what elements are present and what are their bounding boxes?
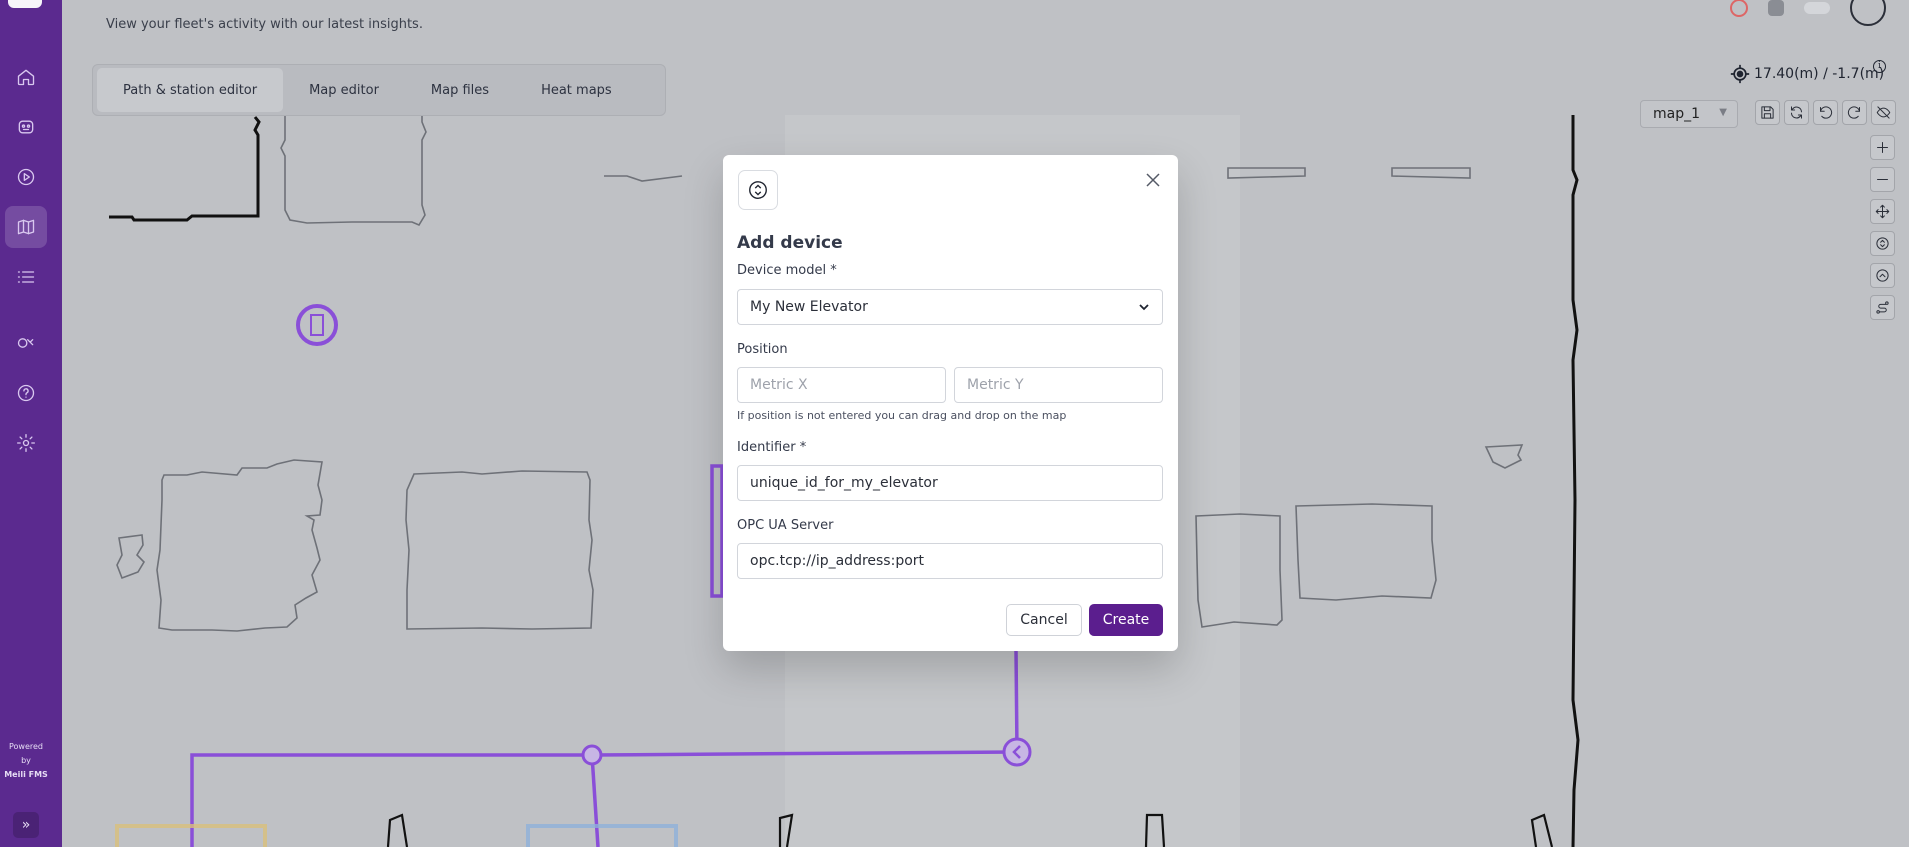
sidebar-item-maps[interactable] — [5, 206, 47, 248]
tab-map-editor[interactable]: Map editor — [283, 68, 405, 112]
minus-icon — [1877, 179, 1888, 180]
sidebar-item-robots[interactable] — [5, 106, 47, 148]
powered-by: Powered by Meili FMS — [0, 740, 52, 782]
redo-button[interactable] — [1842, 100, 1867, 125]
devices-icon — [17, 338, 34, 348]
metric-y-input[interactable]: Metric Y — [954, 367, 1163, 403]
tab-map-files[interactable]: Map files — [405, 68, 515, 112]
redo-icon — [1847, 106, 1860, 119]
add-station-button[interactable] — [1870, 263, 1895, 288]
sidebar-item-home[interactable] — [5, 56, 47, 98]
plus-icon — [1877, 142, 1888, 153]
bell-icon[interactable] — [1768, 0, 1784, 16]
undo-icon — [1820, 106, 1833, 119]
brand-name: Meili FMS — [4, 770, 48, 779]
save-map-button[interactable] — [1755, 100, 1780, 125]
settings-icon — [17, 434, 35, 452]
tab-heat-maps[interactable]: Heat maps — [515, 68, 638, 112]
identifier-label: Identifier * — [737, 440, 807, 455]
create-button[interactable]: Create — [1089, 604, 1163, 636]
chevron-down-icon — [1138, 301, 1150, 313]
position-label: Position — [737, 342, 788, 357]
identifier-input[interactable]: unique_id_for_my_elevator — [737, 465, 1163, 501]
coordinates-readout: 17.40(m) / -1.7(m) — [1730, 64, 1884, 84]
dialog-title: Add device — [737, 233, 843, 253]
sidebar-item-missions[interactable] — [5, 156, 47, 198]
zoom-in-button[interactable] — [1870, 135, 1895, 160]
undo-button[interactable] — [1813, 100, 1838, 125]
close-button[interactable] — [1144, 171, 1162, 189]
elevator-icon — [749, 181, 767, 199]
opc-ua-server-input[interactable]: opc.tcp://ip_address:port — [737, 543, 1163, 579]
position-hint: If position is not entered you can drag … — [737, 409, 1067, 422]
map-toolbar — [1755, 100, 1896, 125]
powered-by-label: Powered — [8, 742, 43, 751]
help-icon — [17, 384, 35, 402]
tab-path-station-editor[interactable]: Path & station editor — [97, 68, 284, 112]
opc-ua-server-label: OPC UA Server — [737, 518, 834, 533]
move-icon — [1875, 204, 1890, 219]
alert-icon[interactable] — [1730, 0, 1748, 17]
sidebar-item-devices[interactable] — [5, 322, 47, 364]
home-icon — [17, 69, 35, 86]
double-chevron-right-icon: » — [21, 817, 31, 833]
hide-button[interactable] — [1871, 100, 1896, 125]
sync-button[interactable] — [1784, 100, 1809, 125]
close-icon — [1146, 173, 1160, 187]
page-subtitle: View your fleet's activity with our late… — [106, 17, 423, 32]
sidebar-item-settings[interactable] — [5, 422, 47, 464]
device-model-value: My New Elevator — [750, 299, 868, 315]
add-device-dialog: Add device Device model * My New Elevato… — [723, 155, 1178, 651]
info-icon[interactable]: i — [1873, 60, 1886, 73]
chevron-up-circle-icon — [1876, 269, 1889, 282]
zoom-out-button[interactable] — [1870, 167, 1895, 192]
save-icon — [1761, 106, 1774, 119]
coordinates-text: 17.40(m) / -1.7(m) — [1754, 66, 1885, 82]
device-model-label: Device model * — [737, 263, 837, 278]
sidebar-item-help[interactable] — [5, 372, 47, 414]
route-icon — [1876, 301, 1889, 314]
robot-icon — [18, 120, 34, 134]
header-actions — [1730, 0, 1886, 26]
sync-icon — [1791, 106, 1802, 119]
toggle-switch[interactable] — [1804, 2, 1830, 14]
map-select-dropdown[interactable]: map_1 ▼ — [1640, 100, 1738, 128]
map-select-value: map_1 — [1653, 106, 1701, 122]
sidebar: Powered by Meili FMS » — [0, 0, 62, 847]
map-icon — [17, 219, 35, 235]
editor-tabs: Path & station editor Map editor Map fil… — [92, 64, 666, 116]
cancel-button[interactable]: Cancel — [1006, 604, 1082, 636]
map-side-tools — [1870, 135, 1895, 320]
eye-off-icon — [1876, 106, 1891, 119]
list-icon — [17, 271, 35, 283]
add-path-button[interactable] — [1870, 295, 1895, 320]
dialog-icon-box — [738, 170, 778, 210]
metric-x-input[interactable]: Metric X — [737, 367, 946, 403]
elevator-icon — [1876, 237, 1889, 250]
app-logo[interactable] — [8, 0, 42, 8]
device-model-select[interactable]: My New Elevator — [737, 289, 1163, 325]
sidebar-item-tasks[interactable] — [5, 256, 47, 298]
chevron-down-icon: ▼ — [1719, 107, 1727, 118]
powered-by-by: by — [21, 756, 31, 765]
expand-sidebar-button[interactable]: » — [13, 812, 39, 838]
pan-button[interactable] — [1870, 199, 1895, 224]
play-icon — [17, 168, 35, 186]
crosshair-icon — [1730, 64, 1750, 84]
avatar[interactable] — [1850, 0, 1886, 26]
add-device-tool-button[interactable] — [1870, 231, 1895, 256]
